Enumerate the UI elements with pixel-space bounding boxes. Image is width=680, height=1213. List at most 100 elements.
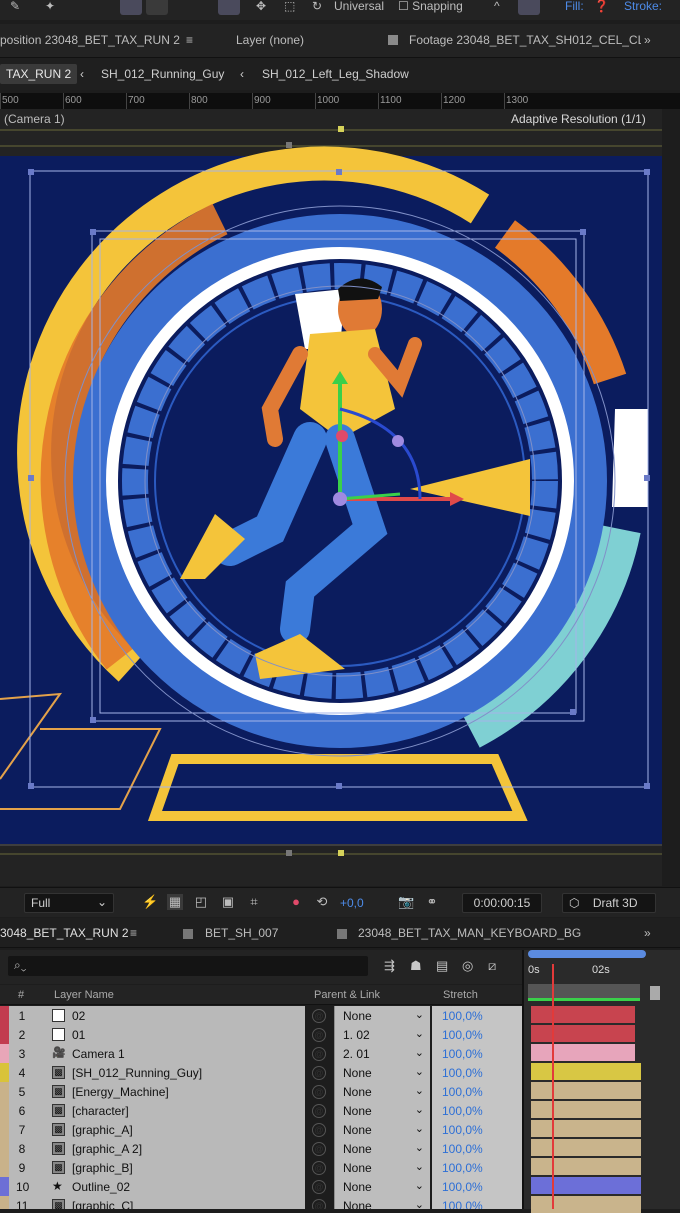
stretch-cell[interactable]: 100,0% — [432, 1063, 522, 1082]
stretch-cell[interactable]: 100,0% — [432, 1044, 522, 1063]
parent-select[interactable]: None ⌄ — [334, 1139, 430, 1158]
stretch-value[interactable]: 100,0% — [442, 1199, 483, 1209]
layer-name[interactable]: Camera 1 — [72, 1047, 125, 1061]
composition-tab[interactable]: position 23048_BET_TAX_RUN 2 — [0, 33, 180, 47]
snapshot-camera-icon[interactable]: 📷 — [398, 894, 414, 910]
layer-name-cell[interactable] — [0, 1120, 305, 1139]
layer-duration-bar[interactable] — [531, 1196, 641, 1213]
parent-select[interactable]: 1. 02 ⌄ — [334, 1025, 430, 1044]
panel-overflow-icon[interactable]: » — [644, 926, 651, 940]
layer-name-cell[interactable] — [0, 1044, 305, 1063]
layer-name[interactable]: [graphic_A] — [72, 1123, 133, 1137]
local-axis-icon[interactable] — [120, 0, 142, 15]
parent-select[interactable]: None ⌄ — [334, 1101, 430, 1120]
layer-row[interactable]: 10 ★ Outline_02 @ None ⌄ 100,0% — [0, 1177, 522, 1196]
layer-row[interactable]: 11 ▩ [graphic_C] @ None ⌄ 100,0% — [0, 1196, 522, 1209]
pickwhip-icon[interactable]: @ — [312, 1180, 326, 1194]
label-color[interactable] — [0, 1120, 9, 1139]
label-color[interactable] — [0, 1177, 9, 1196]
color-channels-icon[interactable]: ● — [288, 894, 304, 910]
layer-name-cell[interactable] — [0, 1158, 305, 1177]
axis-mode-buttons[interactable] — [120, 0, 172, 16]
work-area-bar[interactable] — [528, 950, 646, 958]
composition-viewer[interactable] — [0, 109, 662, 886]
current-timecode[interactable]: 0:00:00:15 — [462, 893, 542, 913]
layer-name-cell[interactable] — [0, 1025, 305, 1044]
comp-marker-icon[interactable] — [650, 986, 660, 1000]
layer-row[interactable]: 4 ▩ [SH_012_Running_Guy] @ None ⌄ 100,0% — [0, 1063, 522, 1082]
layer-duration-bar[interactable] — [531, 1082, 641, 1099]
snapping-checkbox[interactable]: ☐ Snapping — [398, 0, 463, 16]
layer-duration-bar[interactable] — [531, 1063, 641, 1080]
layer-name[interactable]: [SH_012_Running_Guy] — [72, 1066, 202, 1080]
exposure-value[interactable]: +0,0 — [340, 896, 364, 910]
world-axis-icon[interactable] — [146, 0, 168, 15]
layer-duration-bar[interactable] — [531, 1025, 635, 1042]
layer-name[interactable]: [Energy_Machine] — [72, 1085, 169, 1099]
layer-row[interactable]: 9 ▩ [graphic_B] @ None ⌄ 100,0% — [0, 1158, 522, 1177]
layer-duration-bar[interactable] — [531, 1120, 641, 1137]
panel-menu-icon[interactable]: ≡ — [130, 926, 137, 940]
hand-tool-icon[interactable]: ✥ — [256, 0, 266, 16]
layer-duration-bar[interactable] — [531, 1158, 641, 1175]
layer-name[interactable]: [character] — [72, 1104, 129, 1118]
parent-select[interactable]: None ⌄ — [334, 1120, 430, 1139]
pickwhip-icon[interactable]: @ — [312, 1104, 326, 1118]
stretch-cell[interactable]: 100,0% — [432, 1139, 522, 1158]
layer-name[interactable]: [graphic_B] — [72, 1161, 133, 1175]
pickwhip-icon[interactable]: @ — [312, 1028, 326, 1042]
stroke-label[interactable]: Stroke: — [624, 0, 662, 16]
breadcrumb-item-0[interactable]: TAX_RUN 2 — [0, 64, 78, 84]
layer-row[interactable]: 7 ▩ [graphic_A] @ None ⌄ 100,0% — [0, 1120, 522, 1139]
stretch-cell[interactable]: 100,0% — [432, 1025, 522, 1044]
reset-exposure-icon[interactable]: ⟲ — [314, 894, 330, 910]
stretch-value[interactable]: 100,0% — [442, 1085, 483, 1099]
frame-blending-icon[interactable]: ▤ — [436, 958, 448, 974]
fill-swatch-icon[interactable]: ❓ — [594, 0, 609, 16]
layer-name[interactable]: [graphic_C] — [72, 1199, 133, 1209]
pen-tool-icon[interactable]: ✎ — [10, 0, 20, 16]
layer-duration-bar[interactable] — [531, 1139, 641, 1156]
panel-menu-icon[interactable]: ≡ — [186, 33, 193, 47]
layer-row[interactable]: 2 01 @1. 02 ⌄ 100,0% — [0, 1025, 522, 1044]
grid-snap-icon[interactable] — [518, 0, 544, 16]
layer-name-cell[interactable] — [0, 1101, 305, 1120]
stretch-cell[interactable]: 100,0% — [432, 1120, 522, 1139]
parent-select[interactable]: None ⌄ — [334, 1177, 430, 1196]
stretch-value[interactable]: 100,0% — [442, 1009, 483, 1023]
parent-select[interactable]: None ⌄ — [334, 1158, 430, 1177]
parent-select[interactable]: None ⌄ — [334, 1196, 430, 1209]
col-layer-name[interactable]: Layer Name — [54, 989, 114, 1001]
caret-icon[interactable]: ^ — [494, 0, 500, 16]
col-number[interactable]: # — [18, 989, 24, 1001]
grid-guides-icon[interactable]: ⌗ — [246, 894, 262, 910]
layer-search-input[interactable]: ⌕⌄ — [8, 956, 368, 976]
col-parent-link[interactable]: Parent & Link — [314, 989, 380, 1001]
stretch-cell[interactable]: 100,0% — [432, 1006, 522, 1025]
pickwhip-icon[interactable]: @ — [312, 1161, 326, 1175]
label-color[interactable] — [0, 1158, 9, 1177]
layer-row[interactable]: 6 ▩ [character] @ None ⌄ 100,0% — [0, 1101, 522, 1120]
transparency-grid-icon[interactable]: ▦ — [167, 894, 183, 910]
layer-name-cell[interactable] — [0, 1177, 305, 1196]
label-color[interactable] — [0, 1063, 9, 1082]
label-color[interactable] — [0, 1139, 9, 1158]
pickwhip-icon[interactable]: @ — [312, 1066, 326, 1080]
layer-name[interactable]: 02 — [72, 1009, 85, 1023]
zoom-tool-icon[interactable]: ⬚ — [284, 0, 295, 16]
layer-duration-bar[interactable] — [531, 1044, 635, 1061]
comp-flowchart-icon[interactable]: ⇶ — [384, 958, 395, 974]
panel-overflow-icon[interactable]: » — [644, 33, 651, 47]
stretch-value[interactable]: 100,0% — [442, 1066, 483, 1080]
workspace-label[interactable]: Universal — [334, 0, 384, 16]
timeline-tab-1[interactable]: BET_SH_007 — [205, 926, 278, 940]
stretch-value[interactable]: 100,0% — [442, 1047, 483, 1061]
parent-select[interactable]: 2. 01 ⌄ — [334, 1044, 430, 1063]
stretch-value[interactable]: 100,0% — [442, 1123, 483, 1137]
layer-row[interactable]: 5 ▩ [Energy_Machine] @ None ⌄ 100,0% — [0, 1082, 522, 1101]
stretch-value[interactable]: 100,0% — [442, 1028, 483, 1042]
mask-visibility-icon[interactable]: ◰ — [193, 894, 209, 910]
stretch-value[interactable]: 100,0% — [442, 1142, 483, 1156]
render-range[interactable] — [528, 984, 640, 998]
stretch-cell[interactable]: 100,0% — [432, 1158, 522, 1177]
